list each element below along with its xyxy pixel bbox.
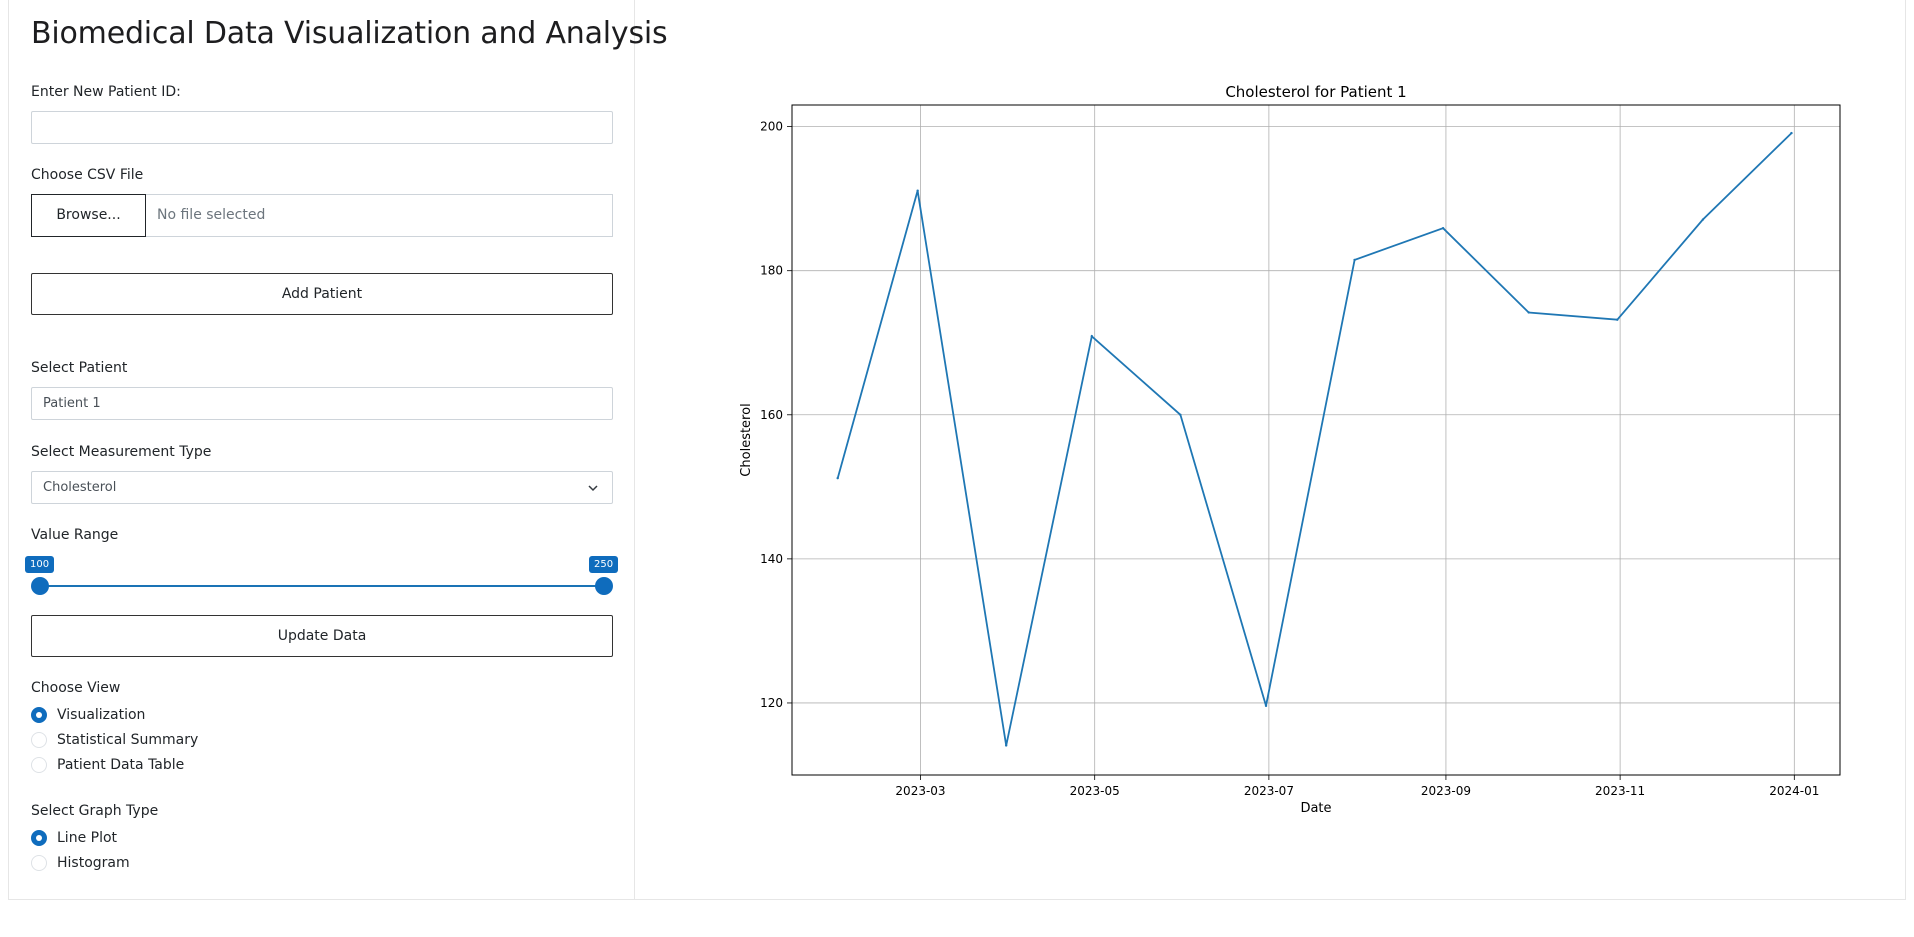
graph-option-histogram[interactable]: Histogram xyxy=(31,853,130,873)
y-tick-label: 200 xyxy=(760,120,783,134)
choose-view-label: Choose View xyxy=(31,680,121,696)
add-patient-button[interactable]: Add Patient xyxy=(31,273,613,315)
update-data-button[interactable]: Update Data xyxy=(31,615,613,657)
x-tick-label: 2023-05 xyxy=(1070,784,1120,798)
data-point xyxy=(1441,226,1445,230)
graph-type-label: Select Graph Type xyxy=(31,803,159,819)
plot-frame xyxy=(791,104,1841,776)
y-tick-label: 180 xyxy=(760,264,783,278)
x-tick-label: 2023-03 xyxy=(895,784,945,798)
range-max-badge: 250 xyxy=(589,556,619,573)
new-patient-id-label: Enter New Patient ID: xyxy=(31,84,181,100)
radio-selected-icon[interactable] xyxy=(31,707,47,723)
new-patient-id-input[interactable] xyxy=(31,111,613,144)
data-point xyxy=(916,189,919,192)
browse-button[interactable]: Browse... xyxy=(31,194,146,237)
x-tick-label: 2023-09 xyxy=(1421,784,1471,798)
graph-option-label: Histogram xyxy=(57,855,130,871)
file-status-text[interactable]: No file selected xyxy=(146,195,612,236)
x-axis-label: Date xyxy=(1300,801,1331,816)
y-tick-label: 140 xyxy=(760,552,783,566)
graph-option-line-plot[interactable]: Line Plot xyxy=(31,828,117,848)
data-point xyxy=(1353,258,1356,262)
view-option-statistical-summary[interactable]: Statistical Summary xyxy=(31,730,198,750)
data-point xyxy=(1527,311,1530,314)
range-max-handle[interactable] xyxy=(595,577,613,595)
measurement-type-label: Select Measurement Type xyxy=(31,444,212,460)
range-min-badge: 100 xyxy=(25,556,55,573)
cholesterol-series-line xyxy=(836,132,1793,746)
chart-title: Cholesterol for Patient 1 xyxy=(1225,83,1406,101)
csv-file-picker: Browse... No file selected xyxy=(31,194,613,237)
view-option-label: Patient Data Table xyxy=(57,757,185,773)
chevron-down-icon xyxy=(588,485,598,492)
view-option-patient-data-table[interactable]: Patient Data Table xyxy=(31,755,184,775)
sidebar-panel: Biomedical Data Visualization and Analys… xyxy=(9,0,668,899)
data-point xyxy=(1004,744,1008,747)
data-point xyxy=(1090,335,1094,338)
radio-unselected-icon[interactable] xyxy=(31,732,47,748)
y-tick-label: 160 xyxy=(760,408,783,422)
value-range-label: Value Range xyxy=(31,527,119,543)
data-point xyxy=(1701,218,1705,221)
data-point xyxy=(836,476,839,480)
page-title: Biomedical Data Visualization and Analys… xyxy=(31,16,668,51)
data-point xyxy=(1179,413,1182,416)
line-chart: 120 140 160 180 200 2023-03 2023-05 2023-07 2023… xyxy=(739,83,1841,816)
measurement-type-select[interactable]: Cholesterol xyxy=(31,471,613,504)
view-option-label: Statistical Summary xyxy=(57,732,199,748)
radio-unselected-icon[interactable] xyxy=(31,855,47,871)
select-patient-label: Select Patient xyxy=(31,360,128,376)
data-point xyxy=(1790,131,1793,135)
view-option-label: Visualization xyxy=(57,707,146,723)
data-point xyxy=(1264,704,1268,708)
x-tick-label: 2024-01 xyxy=(1769,784,1819,798)
radio-selected-icon[interactable] xyxy=(31,830,47,846)
chart-panel: 120 140 160 180 200 2023-03 2023-05 2023-07 2023… xyxy=(720,70,1860,840)
y-axis-label: Cholesterol xyxy=(739,403,754,476)
range-min-handle[interactable] xyxy=(31,577,49,595)
select-patient-input[interactable]: Patient 1 xyxy=(31,387,613,420)
range-slider-track[interactable] xyxy=(39,585,604,587)
csv-file-label: Choose CSV File xyxy=(31,167,144,183)
radio-unselected-icon[interactable] xyxy=(31,757,47,773)
measurement-type-value: Cholesterol xyxy=(43,480,117,495)
x-tick-label: 2023-11 xyxy=(1595,784,1645,798)
data-point xyxy=(1616,318,1619,321)
view-option-visualization[interactable]: Visualization xyxy=(31,705,145,725)
x-tick-label: 2023-07 xyxy=(1244,784,1294,798)
y-tick-label: 120 xyxy=(760,696,783,710)
graph-option-label: Line Plot xyxy=(57,830,118,846)
